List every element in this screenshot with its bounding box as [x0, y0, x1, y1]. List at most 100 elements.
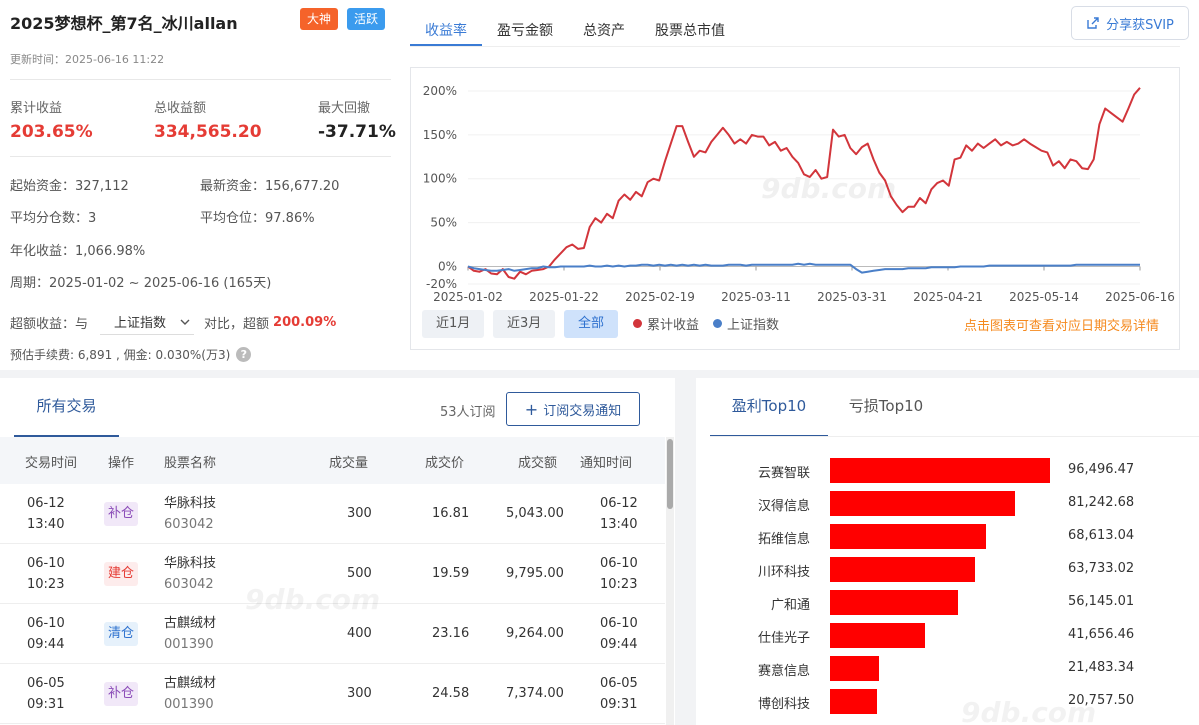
bar[interactable]: [830, 557, 975, 582]
notify-date: 06-10: [600, 616, 638, 631]
top10-panel: 盈利Top10 亏损Top10 云赛智联 96,496.47 汉得信息 81,242.…: [696, 378, 1199, 725]
legend-index[interactable]: 上证指数: [713, 314, 779, 333]
trade-clock: 09:31: [27, 697, 65, 712]
trade-clock: 13:40: [27, 517, 65, 532]
bar-row[interactable]: 博创科技 20,757.50: [696, 685, 1199, 718]
start-capital: 起始资金：327,112: [10, 179, 129, 194]
subscriber-count: 53人订阅: [440, 405, 496, 420]
range-1month-button[interactable]: 近1月: [422, 310, 485, 338]
trade-volume: 400: [347, 626, 372, 641]
latest-capital: 最新资金：156,677.20: [200, 179, 340, 194]
stock-name[interactable]: 古麒绒材: [164, 613, 216, 634]
chart-canvas[interactable]: 9db.com 200% 150% 100% 50% 0% -20%2025-01-02 20…: [411, 68, 1181, 308]
bar-stock-name: 博创科技: [757, 697, 810, 712]
watermark: 9db.com: [761, 172, 896, 205]
range-3month-button[interactable]: 近3月: [493, 310, 556, 338]
tab-loss-top10[interactable]: 亏损Top10: [836, 378, 936, 437]
bar[interactable]: [830, 590, 958, 615]
bar-stock-name: 拓维信息: [757, 532, 810, 547]
stock-name[interactable]: 古麒绒材: [164, 673, 216, 694]
kpi-max-drawdown: 最大回撤 -37.71%: [318, 97, 396, 142]
notify-time: 06-05 09:31: [600, 673, 638, 715]
x-tick-label: 2025-02-19: [625, 290, 695, 304]
trade-amount: 9,264.00: [506, 626, 564, 641]
bar-row[interactable]: 云赛智联 96,496.47: [696, 454, 1199, 487]
tab-stock-market-value[interactable]: 股票总市值: [640, 10, 740, 46]
range-all-button[interactable]: 全部: [564, 310, 619, 338]
excess-prefix: 超额收益：与: [10, 316, 89, 332]
table-row[interactable]: 06-12 13:40 补仓 华脉科技 603042 300 16.81 5,043.00 06…: [0, 484, 665, 544]
stock-cell[interactable]: 华脉科技 603042: [164, 493, 216, 535]
stock-cell[interactable]: 华脉科技 603042: [164, 553, 216, 595]
bar-row[interactable]: 拓维信息 68,613.04: [696, 520, 1199, 553]
bar-row[interactable]: 汉得信息 81,242.68: [696, 487, 1199, 520]
y-tick-label: 0%: [438, 259, 457, 273]
bar-row[interactable]: 川环科技 63,733.02: [696, 553, 1199, 586]
scrollbar-thumb[interactable]: [667, 439, 673, 509]
stock-name[interactable]: 华脉科技: [164, 553, 216, 574]
col-operation: 操作: [108, 456, 135, 471]
trade-clock: 10:23: [27, 577, 65, 592]
legend-cumulative[interactable]: 累计收益: [633, 314, 699, 333]
kpi-label: 累计收益: [10, 101, 63, 116]
tabs-underline: [410, 46, 1180, 47]
stock-code: 001390: [164, 697, 214, 712]
benchmark-select[interactable]: 上证指数: [100, 309, 195, 335]
scrollbar[interactable]: [666, 437, 674, 725]
series-line-shanghai-index[interactable]: [467, 262, 1140, 274]
table-row[interactable]: 06-05 09:31 补仓 古麒绒材 001390 300 24.58 7,374.00 06…: [0, 664, 665, 724]
watermark: 9db.com: [245, 583, 381, 616]
bar[interactable]: [830, 524, 986, 549]
x-tick-label: 2025-06-16: [1105, 290, 1175, 304]
trade-amount: 9,795.00: [506, 566, 564, 581]
bar[interactable]: [830, 491, 1015, 516]
stock-cell[interactable]: 古麒绒材 001390: [164, 613, 216, 655]
stock-cell[interactable]: 古麒绒材 001390: [164, 673, 216, 715]
fee-text: 预估手续费: 6,891 , 佣金: 0.030%(万3): [10, 348, 231, 362]
subscribe-button[interactable]: + 订阅交易通知: [506, 392, 640, 426]
trade-amount: 5,043.00: [506, 506, 564, 521]
bar-value-label: 63,733.02: [1068, 561, 1135, 576]
return-chart[interactable]: 9db.com 200% 150% 100% 50% 0% -20% 2025-01-02 20…: [410, 67, 1180, 350]
kpi-value: 203.65%: [10, 122, 93, 142]
bar[interactable]: [830, 689, 877, 714]
bar-stock-name: 广和通: [770, 598, 810, 613]
bar-value-label: 68,613.04: [1068, 528, 1135, 543]
trade-volume: 300: [347, 506, 372, 521]
benchmark-select-value: 上证指数: [114, 316, 167, 331]
tab-all-trades[interactable]: 所有交易: [14, 378, 119, 437]
bar[interactable]: [830, 458, 1050, 483]
trade-date: 06-10: [27, 556, 65, 571]
col-amount: 成交额: [518, 456, 558, 471]
trade-date: 06-10: [27, 616, 65, 631]
bar[interactable]: [830, 623, 925, 648]
bar[interactable]: [830, 656, 879, 681]
annual-return: 年化收益：1,066.98%: [10, 244, 146, 259]
bar-value-label: 41,656.46: [1068, 627, 1135, 642]
share-button[interactable]: 分享获SVIP: [1071, 6, 1189, 40]
tab-total-assets[interactable]: 总资产: [568, 10, 640, 46]
bar-row[interactable]: 赛意信息 21,483.34: [696, 652, 1199, 685]
bar-row[interactable]: 仕佳光子 41,656.46: [696, 619, 1199, 652]
chart-tabs: 收益率 盈亏金额 总资产 股票总市值: [410, 10, 740, 46]
avg-split: 平均分仓数：3: [10, 211, 97, 226]
operation-badge: 清仓: [104, 622, 139, 646]
stock-name[interactable]: 华脉科技: [164, 493, 216, 514]
y-tick-label: 50%: [430, 216, 457, 230]
operation-badge: 补仓: [104, 682, 139, 706]
help-icon[interactable]: ?: [236, 347, 252, 362]
legend-label: 累计收益: [647, 318, 700, 333]
col-price: 成交价: [425, 456, 465, 471]
share-label: 分享获SVIP: [1106, 17, 1174, 33]
notify-date: 06-05: [600, 676, 638, 691]
y-tick-label: 150%: [423, 128, 457, 142]
tab-return-rate[interactable]: 收益率: [410, 10, 482, 46]
tab-profit-amount[interactable]: 盈亏金额: [482, 10, 568, 46]
tab-profit-top10[interactable]: 盈利Top10: [710, 378, 828, 437]
excess-value: 200.09%: [273, 314, 337, 330]
trade-time: 06-12 13:40: [27, 493, 65, 535]
bar-stock-name: 仕佳光子: [757, 631, 810, 646]
bar-row[interactable]: 广和通 56,145.01: [696, 586, 1199, 619]
trade-price: 19.59: [432, 566, 470, 581]
operation-badge: 补仓: [104, 502, 139, 526]
